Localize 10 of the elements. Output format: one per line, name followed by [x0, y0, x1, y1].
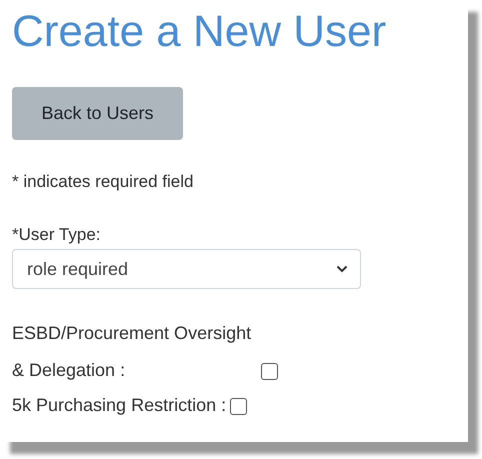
checkbox-label: ESBD/Procurement Oversight & Delegation : [12, 322, 252, 382]
required-note: * indicates required field [12, 171, 194, 193]
checkbox[interactable] [261, 363, 278, 380]
back-button[interactable]: Back to Users [12, 87, 183, 140]
checkbox-label: 5k Purchasing Restriction : [12, 394, 226, 417]
page-title: Create a New User [12, 6, 388, 58]
user-type-dropdown[interactable]: role required [12, 249, 361, 289]
field-label: *User Type: [12, 224, 102, 246]
chevron-down-icon [336, 265, 348, 273]
checkbox[interactable] [230, 398, 248, 415]
